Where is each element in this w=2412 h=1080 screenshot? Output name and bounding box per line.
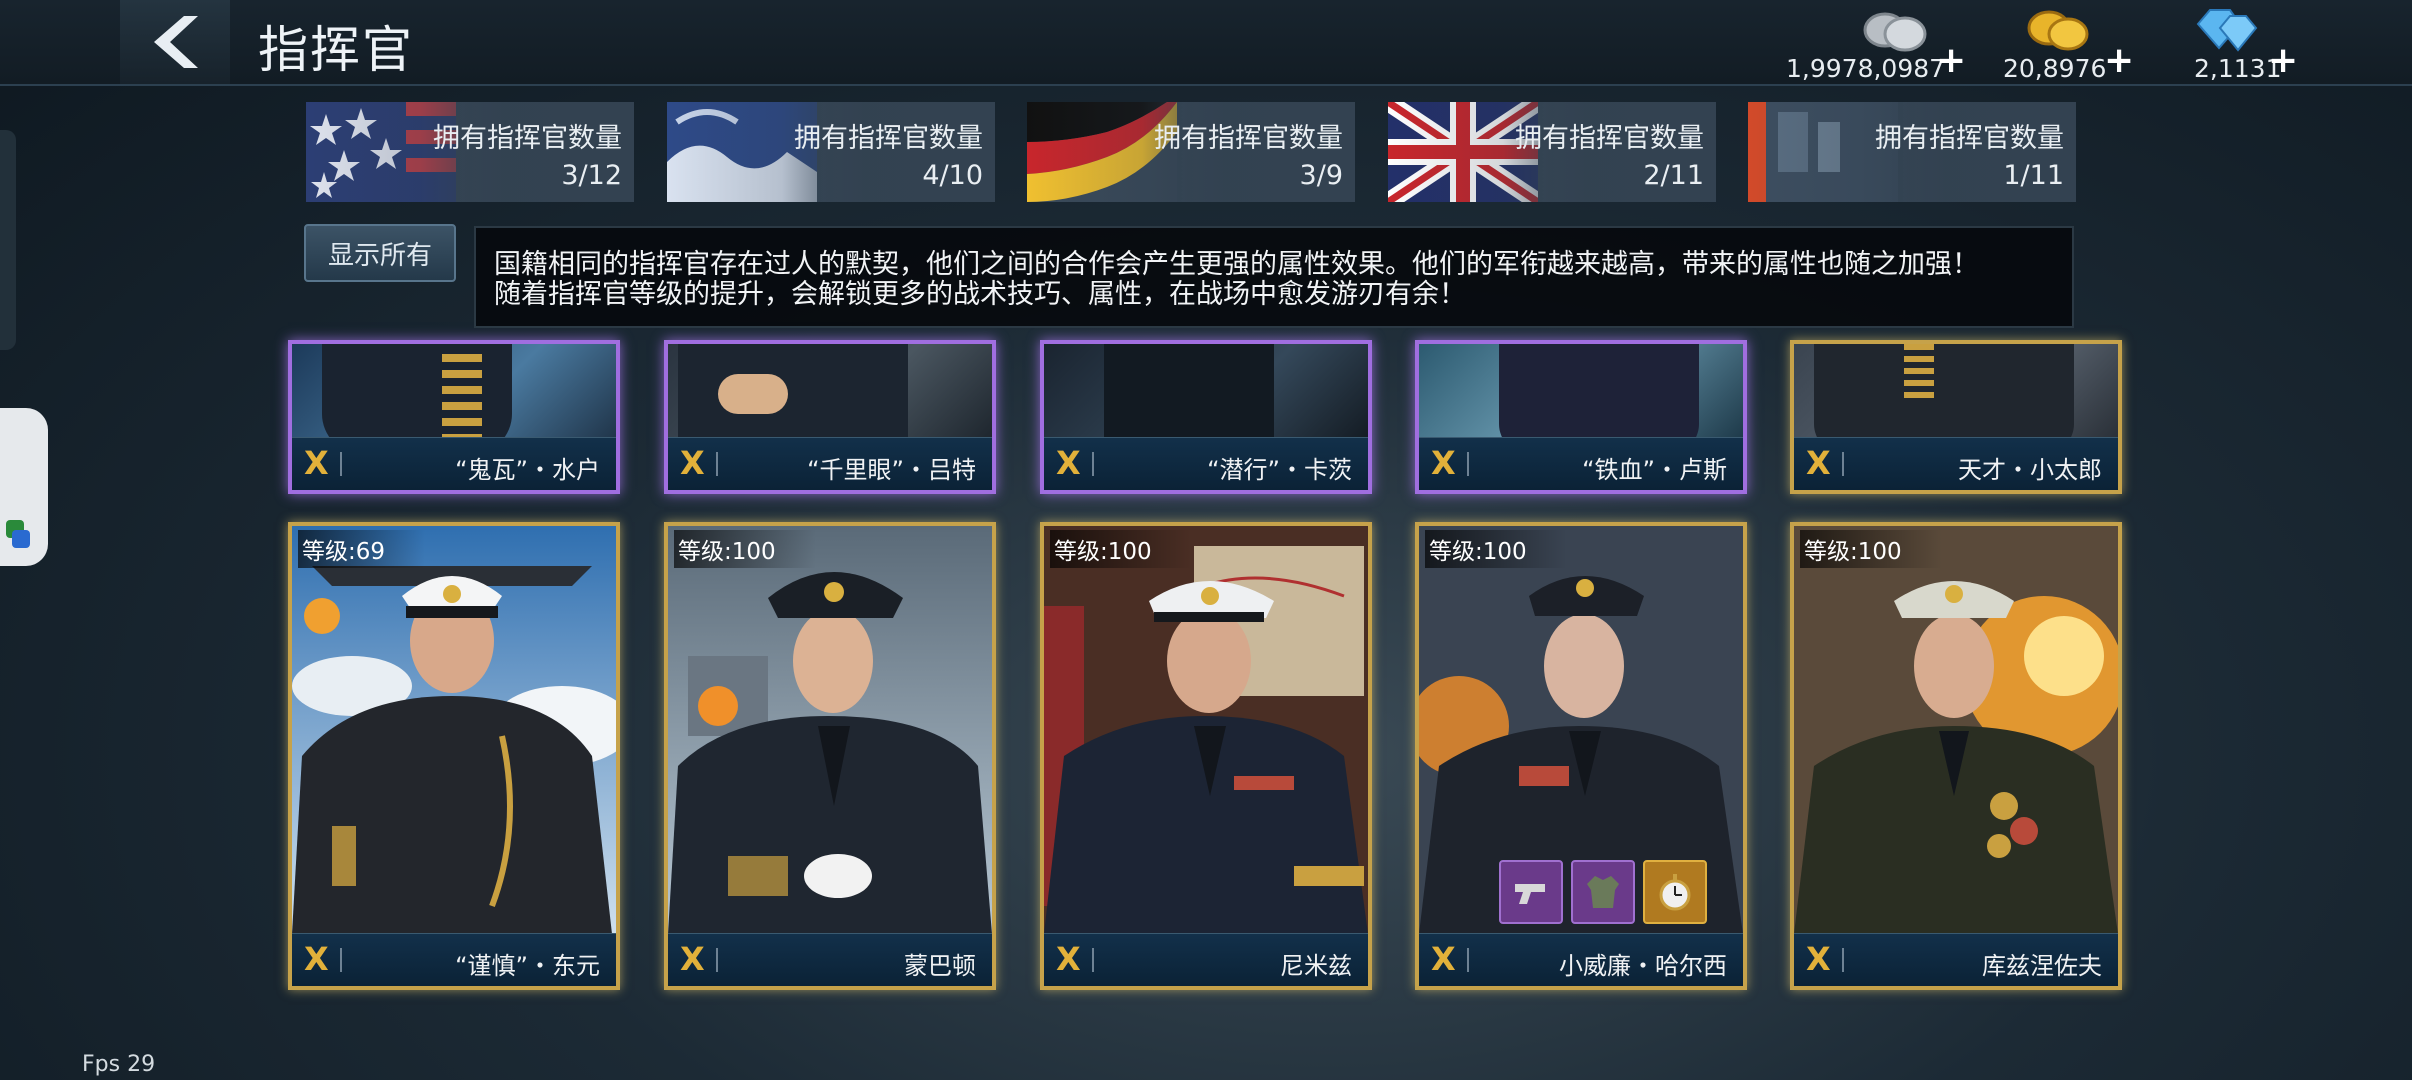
commander-card[interactable]: X 天才・小太郎 — [1790, 340, 2122, 494]
tooltip-line-1: 国籍相同的指挥官存在过人的默契，他们之间的合作会产生更强的属性效果。他们的军衔越… — [494, 249, 1979, 280]
back-arrow-icon — [154, 16, 198, 68]
nation-label: 拥有指挥官数量 — [433, 123, 622, 154]
equipment-slot[interactable] — [1643, 860, 1707, 924]
commander-card[interactable]: 等级:100 X 小威廉・哈尔西 — [1415, 522, 1747, 990]
assist-icon-blue — [12, 530, 30, 548]
class-x-badge: X — [1056, 444, 1081, 482]
tooltip-line-2: 随着指挥官等级的提升，会解锁更多的战术技巧、属性，在战场中愈发游刃有余！ — [494, 279, 1466, 310]
commander-name: 蒙巴顿 — [904, 952, 976, 980]
class-x-badge: X — [304, 444, 329, 482]
class-x-badge: X — [680, 444, 705, 482]
commander-level: 等级:100 — [1050, 530, 1192, 568]
class-x-badge: X — [1431, 940, 1456, 978]
commander-name: “谨慎”・东元 — [455, 952, 600, 980]
commander-card[interactable]: 等级:100 X 尼米兹 — [1040, 522, 1372, 990]
show-all-button[interactable]: 显示所有 — [304, 224, 456, 282]
commander-portrait — [1044, 526, 1368, 934]
pistol-icon — [1515, 884, 1545, 904]
commander-level: 等级:69 — [298, 530, 426, 568]
commander-portrait-art — [668, 526, 992, 934]
commander-card[interactable]: X “鬼瓦”・水户 — [288, 340, 620, 494]
class-x-badge: X — [680, 940, 705, 978]
nation-card-ussr[interactable]: 拥有指挥官数量 1/11 — [1748, 102, 2076, 202]
commander-card[interactable]: X “潜行”・卡茨 — [1040, 340, 1372, 494]
add-gold-button[interactable]: + — [2104, 40, 2134, 81]
commander-name: 天才・小太郎 — [1958, 456, 2102, 484]
commander-portrait — [292, 344, 616, 438]
commander-portrait — [1794, 526, 2118, 934]
class-x-badge: X — [1431, 444, 1456, 482]
add-silver-button[interactable]: + — [1936, 40, 1966, 81]
fps-counter: Fps 29 — [82, 1052, 156, 1077]
commander-name: “铁血”・卢斯 — [1582, 456, 1727, 484]
nation-label: 拥有指挥官数量 — [1875, 123, 2064, 154]
nation-label: 拥有指挥官数量 — [1154, 123, 1343, 154]
class-x-badge: X — [1806, 940, 1831, 978]
nation-count: 4/10 — [922, 160, 983, 191]
gold-coins-icon — [2027, 10, 2089, 51]
commander-portrait — [1044, 344, 1368, 438]
commander-name: 小威廉・哈尔西 — [1559, 952, 1727, 980]
commander-card[interactable]: X “铁血”・卢斯 — [1415, 340, 1747, 494]
commander-level: 等级:100 — [1800, 530, 1942, 568]
commander-portrait — [1419, 344, 1743, 438]
silver-amount: 1,9978,0987 — [1786, 54, 1946, 83]
nation-bonus-tooltip: 国籍相同的指挥官存在过人的默契，他们之间的合作会产生更强的属性效果。他们的军衔越… — [474, 226, 2074, 328]
gold-amount: 20,8976 — [2003, 54, 2107, 83]
floating-assist-widget[interactable] — [0, 408, 48, 566]
back-button[interactable] — [120, 0, 230, 84]
nation-card-uk[interactable]: 拥有指挥官数量 2/11 — [1388, 102, 1716, 202]
commander-name: “鬼瓦”・水户 — [455, 456, 600, 484]
commander-name: 库兹涅佐夫 — [1982, 952, 2102, 980]
commander-portrait-art — [292, 526, 616, 934]
equipment-slot[interactable] — [1571, 860, 1635, 924]
commander-level: 等级:100 — [1425, 530, 1567, 568]
class-x-badge: X — [1056, 940, 1081, 978]
page-title: 指挥官 — [258, 21, 414, 79]
commander-card[interactable]: 等级:100 X 库兹涅佐夫 — [1790, 522, 2122, 990]
nation-label: 拥有指挥官数量 — [794, 123, 983, 154]
nation-count: 3/12 — [561, 160, 622, 191]
nation-card-usa[interactable]: 拥有指挥官数量 3/12 — [306, 102, 634, 202]
commander-portrait — [668, 344, 992, 438]
equipment-slot[interactable] — [1499, 860, 1563, 924]
commander-portrait-art — [1044, 526, 1368, 934]
class-x-badge: X — [304, 940, 329, 978]
nation-count: 3/9 — [1299, 160, 1343, 191]
commander-card[interactable]: 等级:100 X 蒙巴顿 — [664, 522, 996, 990]
commander-name: “千里眼”・吕特 — [807, 456, 976, 484]
commander-card[interactable]: 等级:69 X “谨慎”・东元 — [288, 522, 620, 990]
currency-gold[interactable]: 20,8976 + — [2000, 4, 2134, 84]
commander-portrait — [668, 526, 992, 934]
commander-portrait — [1794, 344, 2118, 438]
nation-card-japan[interactable]: 拥有指挥官数量 4/10 — [667, 102, 995, 202]
add-diamond-button[interactable]: + — [2268, 40, 2298, 81]
commander-level: 等级:100 — [674, 530, 816, 568]
nation-count: 2/11 — [1643, 160, 1704, 191]
commander-name: “潜行”・卡茨 — [1207, 456, 1352, 484]
equipment-slots — [1499, 860, 1707, 924]
currency-diamond[interactable]: 2,1131 + — [2188, 4, 2298, 84]
side-drawer-handle[interactable] — [0, 130, 16, 350]
top-bar: 指挥官 1,9978,0987 + 20,8976 + 2,1131 + — [0, 0, 2412, 86]
pocket-watch-icon — [1659, 874, 1691, 911]
class-x-badge: X — [1806, 444, 1831, 482]
nation-count: 1/11 — [2003, 160, 2064, 191]
currency-silver[interactable]: 1,9978,0987 + — [1780, 4, 1966, 84]
nation-label: 拥有指挥官数量 — [1515, 123, 1704, 154]
commander-card[interactable]: X “千里眼”・吕特 — [664, 340, 996, 494]
commander-name: 尼米兹 — [1280, 952, 1352, 980]
silver-coins-icon — [1863, 12, 1927, 52]
uniform-icon — [1587, 876, 1619, 908]
commander-portrait-art — [1794, 526, 2118, 934]
nation-card-germany[interactable]: 拥有指挥官数量 3/9 — [1027, 102, 1355, 202]
commander-portrait — [292, 526, 616, 934]
diamond-gems-icon — [2196, 9, 2258, 52]
